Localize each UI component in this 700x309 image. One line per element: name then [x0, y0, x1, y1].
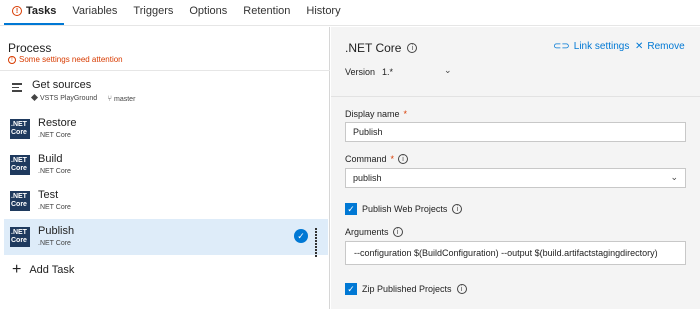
- info-icon[interactable]: i: [392, 227, 403, 237]
- repo-name: VSTS PlayGround: [40, 95, 98, 102]
- tab-triggers[interactable]: Triggers: [125, 0, 181, 25]
- chevron-down-icon[interactable]: ⌄: [444, 65, 452, 76]
- get-sources-title: Get sources: [32, 79, 92, 91]
- task-subtitle: .NET Core: [38, 204, 71, 211]
- command-select[interactable]: publish ⌄: [345, 168, 686, 188]
- add-task-button[interactable]: + Add Task: [12, 261, 75, 278]
- task-subtitle: .NET Core: [38, 240, 71, 247]
- command-value: publish: [353, 173, 382, 183]
- chevron-down-icon: ⌄: [670, 172, 678, 182]
- checkbox-label: Zip Published Projects: [362, 284, 452, 294]
- get-sources-icon: [12, 83, 22, 93]
- warning-circle-icon: !: [8, 55, 16, 64]
- tab-variables[interactable]: Variables: [64, 0, 125, 25]
- version-select[interactable]: 1.*: [382, 67, 393, 77]
- tab-options[interactable]: Options: [181, 0, 235, 25]
- display-name-input[interactable]: Publish: [345, 122, 686, 142]
- task-title: Restore: [38, 117, 77, 129]
- remove-button[interactable]: ✕ Remove: [635, 41, 685, 52]
- required-marker: *: [390, 154, 395, 164]
- info-icon[interactable]: i: [452, 204, 463, 214]
- dotnet-core-icon: .NET Core: [10, 227, 30, 247]
- attention-message[interactable]: ! Some settings need attention: [8, 55, 123, 64]
- arguments-input[interactable]: --configuration $(BuildConfiguration) --…: [345, 241, 686, 265]
- divider: [331, 96, 700, 97]
- task-test[interactable]: .NET Core Test .NET Core: [4, 183, 328, 219]
- get-sources-details: VSTS PlayGround ⑂ master: [30, 93, 136, 103]
- attention-text: Some settings need attention: [19, 55, 123, 64]
- branch-icon: ⑂: [107, 94, 113, 103]
- checkbox-checked-icon: ✓: [345, 203, 357, 215]
- version-label: Version: [345, 67, 376, 77]
- remove-label: Remove: [647, 41, 685, 52]
- tab-label: Retention: [243, 5, 291, 17]
- required-marker: *: [403, 109, 408, 119]
- command-label: Command * i: [345, 154, 409, 164]
- tab-bar: ! Tasks Variables Triggers Options Reten…: [0, 0, 700, 26]
- process-panel: Process ! Some settings need attention G…: [0, 27, 330, 309]
- link-settings-label: Link settings: [573, 41, 630, 52]
- tab-label: Triggers: [133, 5, 174, 17]
- dotnet-core-icon: .NET Core: [10, 191, 30, 211]
- link-icon: ⊂⊃: [553, 41, 570, 52]
- tab-retention[interactable]: Retention: [235, 0, 298, 25]
- task-subtitle: .NET Core: [38, 168, 71, 175]
- arguments-label: Arguments i: [345, 227, 403, 237]
- details-title: .NET Core: [345, 41, 402, 55]
- tab-tasks[interactable]: ! Tasks: [4, 0, 65, 25]
- link-settings-button[interactable]: ⊂⊃ Link settings: [553, 41, 629, 52]
- enabled-check-icon[interactable]: ✓: [294, 229, 308, 243]
- task-restore[interactable]: .NET Core Restore .NET Core: [4, 111, 328, 147]
- tab-label: Options: [189, 5, 228, 17]
- checkbox-checked-icon: ✓: [345, 283, 357, 295]
- tab-label: History: [306, 5, 341, 17]
- branch-name: master: [114, 96, 136, 103]
- close-icon: ✕: [635, 41, 644, 52]
- warning-circle-icon: !: [12, 6, 22, 16]
- publish-web-projects-checkbox[interactable]: ✓ Publish Web Projects i: [345, 203, 463, 215]
- task-details-panel: .NET Core i ⊂⊃ Link settings ✕ Remove Ve…: [331, 27, 700, 309]
- tab-label: Variables: [72, 5, 118, 17]
- task-title: Test: [38, 189, 59, 201]
- zip-published-projects-checkbox[interactable]: ✓ Zip Published Projects i: [345, 283, 467, 295]
- dotnet-core-icon: .NET Core: [10, 155, 30, 175]
- plus-icon: +: [12, 261, 22, 278]
- info-icon[interactable]: i: [407, 43, 418, 53]
- divider: [0, 70, 330, 71]
- task-title: Build: [38, 153, 63, 165]
- repo-icon: [30, 93, 39, 102]
- checkbox-label: Publish Web Projects: [362, 204, 448, 214]
- task-publish[interactable]: .NET Core Publish .NET Core ✓: [4, 219, 328, 257]
- details-title-row: .NET Core i: [345, 41, 418, 55]
- display-name-label: Display name *: [345, 109, 408, 119]
- dotnet-core-icon: .NET Core: [10, 119, 30, 139]
- process-title: Process: [8, 41, 52, 55]
- task-build[interactable]: .NET Core Build .NET Core: [4, 147, 328, 183]
- tab-label: Tasks: [26, 5, 57, 17]
- info-icon[interactable]: i: [398, 154, 409, 164]
- task-title: Publish: [38, 225, 75, 237]
- add-task-label: Add Task: [29, 264, 75, 276]
- drag-handle-icon[interactable]: [315, 228, 321, 257]
- tab-history[interactable]: History: [298, 0, 348, 25]
- task-subtitle: .NET Core: [38, 132, 71, 139]
- info-icon[interactable]: i: [456, 284, 467, 294]
